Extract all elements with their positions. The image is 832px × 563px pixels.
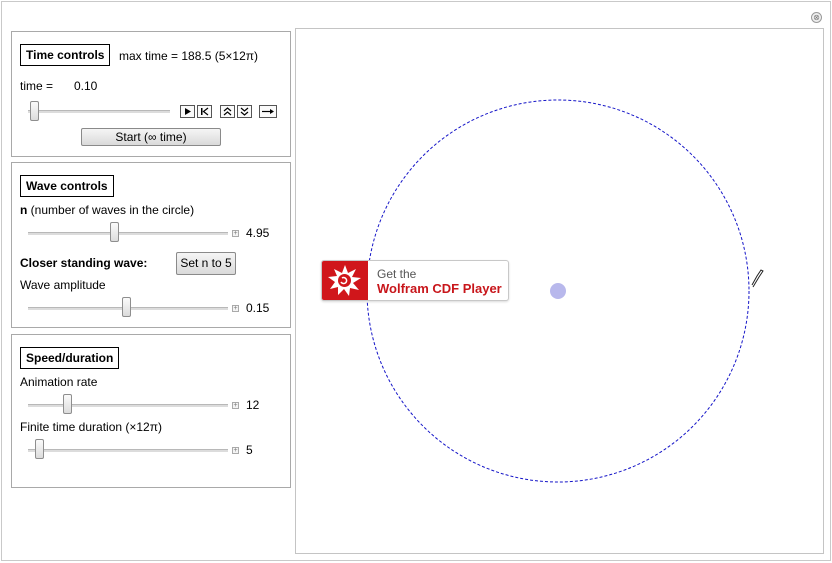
animation-rate-label: Animation rate bbox=[20, 375, 98, 389]
duration-value: 5 bbox=[246, 443, 253, 457]
rate-slider-track[interactable] bbox=[28, 404, 228, 407]
wave-front bbox=[751, 269, 764, 288]
rate-slider-thumb[interactable] bbox=[63, 394, 72, 414]
direction-icon bbox=[262, 109, 274, 114]
set-n-button[interactable]: Set n to 5 bbox=[176, 252, 236, 275]
center-dot bbox=[550, 283, 566, 299]
amplitude-label: Wave amplitude bbox=[20, 278, 106, 292]
cdf-get-text: Get the bbox=[377, 267, 417, 281]
slower-button[interactable] bbox=[237, 105, 252, 118]
n-slider-thumb[interactable] bbox=[110, 222, 119, 242]
amplitude-value: 0.15 bbox=[246, 301, 270, 315]
time-value: 0.10 bbox=[74, 79, 98, 93]
faster-icon bbox=[223, 107, 232, 116]
time-slider-thumb[interactable] bbox=[30, 101, 39, 121]
cdf-player-badge[interactable]: Get the Wolfram CDF Player bbox=[321, 260, 509, 301]
faster-button[interactable] bbox=[220, 105, 235, 118]
amplitude-expand-icon[interactable]: + bbox=[232, 305, 239, 312]
amplitude-slider-thumb[interactable] bbox=[122, 297, 131, 317]
play-icon bbox=[185, 108, 191, 115]
close-icon[interactable]: ⊗ bbox=[811, 12, 822, 23]
wave-controls-panel: Wave controls n (number of waves in the … bbox=[11, 162, 291, 328]
play-button[interactable] bbox=[180, 105, 195, 118]
start-button[interactable]: Start (∞ time) bbox=[81, 128, 221, 146]
wolfram-spikey-icon bbox=[322, 261, 368, 300]
duration-slider-thumb[interactable] bbox=[35, 439, 44, 459]
duration-label: Finite time duration (×12π) bbox=[20, 420, 163, 434]
duration-slider-track[interactable] bbox=[28, 449, 228, 452]
slower-icon bbox=[240, 107, 249, 116]
time-controls-title: Time controls bbox=[20, 44, 111, 66]
wave-controls-title: Wave controls bbox=[20, 175, 114, 197]
step-back-icon bbox=[201, 107, 209, 116]
duration-expand-icon[interactable]: + bbox=[232, 447, 239, 454]
speed-duration-panel: Speed/duration Animation rate + 12 Finit… bbox=[11, 334, 291, 488]
n-slider-track[interactable] bbox=[28, 232, 228, 235]
speed-duration-title: Speed/duration bbox=[20, 347, 120, 369]
direction-button[interactable] bbox=[259, 105, 277, 118]
n-value: 4.95 bbox=[246, 226, 270, 240]
n-description: (number of waves in the circle) bbox=[27, 203, 195, 217]
cdf-product-name: Wolfram CDF Player bbox=[377, 281, 502, 296]
n-label: n (number of waves in the circle) bbox=[20, 203, 194, 217]
time-controls-panel: Time controls max time = 188.5 (5×12π) t… bbox=[11, 31, 291, 157]
n-expand-icon[interactable]: + bbox=[232, 230, 239, 237]
rate-value: 12 bbox=[246, 398, 260, 412]
step-button[interactable] bbox=[197, 105, 212, 118]
max-time-label: max time = 188.5 (5×12π) bbox=[119, 49, 259, 63]
time-label: time = bbox=[20, 79, 54, 93]
closer-standing-wave-label: Closer standing wave: bbox=[20, 256, 148, 270]
rate-expand-icon[interactable]: + bbox=[232, 402, 239, 409]
time-slider-track[interactable] bbox=[28, 110, 170, 113]
